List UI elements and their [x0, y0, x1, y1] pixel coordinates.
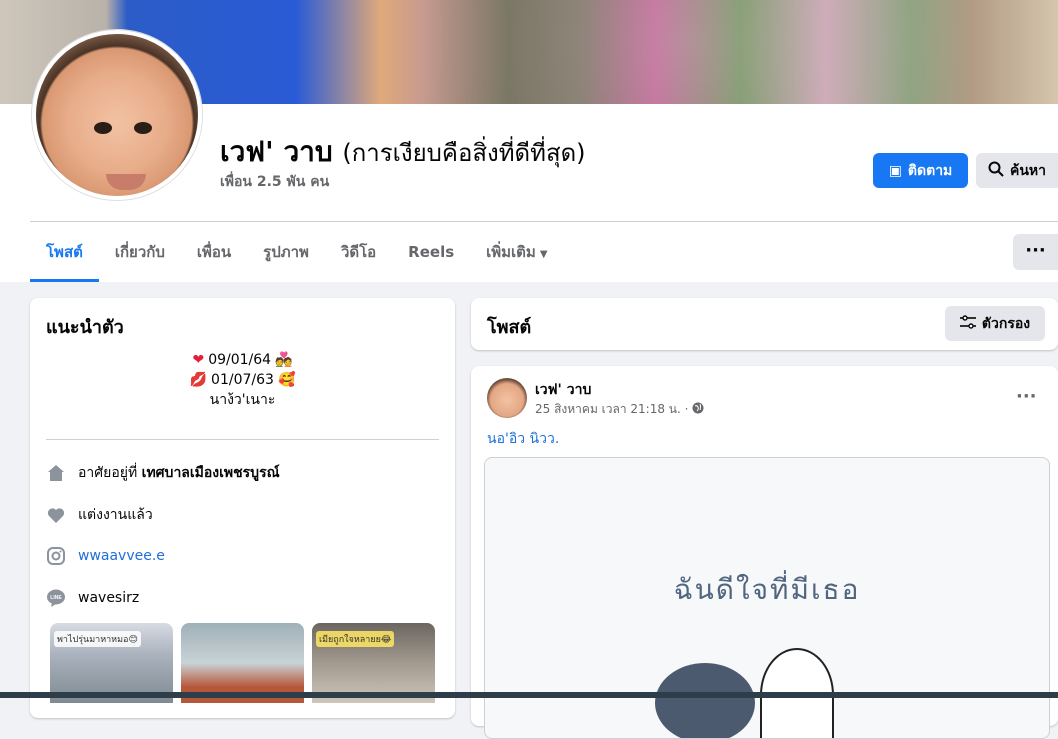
tab-label: รูปภาพ	[263, 243, 309, 261]
filter-label: ตัวกรอง	[981, 315, 1031, 332]
ring-icon: 💋	[189, 372, 208, 388]
tab-label: เกี่ยวกับ	[114, 243, 165, 261]
search-icon	[988, 161, 1004, 181]
illustration-figure	[655, 663, 755, 738]
svg-text:LINE: LINE	[50, 595, 62, 601]
avatar-eye	[94, 122, 112, 134]
smile-icon: 🥰	[277, 372, 296, 388]
line-id: wavesirz	[78, 590, 140, 606]
profile-avatar[interactable]	[32, 30, 202, 200]
relationship-text: แต่งงานแล้ว	[78, 507, 153, 523]
heart-icon	[46, 505, 66, 525]
photo-caption: พาไปรุ่นมาหาหมอ😊	[54, 631, 141, 647]
bio: ❤ 09/01/64 💑 💋 01/07/63 🥰 นาง้ว'เนาะ	[30, 350, 455, 410]
tab-more[interactable]: เพิ่มเติม ▼	[470, 222, 563, 282]
line-row: LINE wavesirz	[46, 588, 139, 608]
follow-button[interactable]: ▣ ติดตาม	[873, 153, 968, 188]
tab-label: Reels	[408, 243, 455, 261]
instagram-row: wwaavvee.e	[46, 546, 165, 566]
profile-name-text: เวฟ' วาบ	[220, 135, 333, 168]
follow-label: ติดตาม	[907, 162, 953, 179]
tab-posts[interactable]: โพสต์	[30, 222, 99, 282]
posts-title: โพสต์	[487, 317, 532, 338]
photo-thumb[interactable]: พาไปรุ่นมาหาหมอ😊	[50, 623, 173, 703]
globe-icon	[692, 402, 704, 416]
friends-count[interactable]: เพื่อน 2.5 พัน คน	[220, 171, 329, 193]
tab-friends[interactable]: เพื่อน	[181, 222, 247, 282]
instagram-link[interactable]: wwaavvee.e	[78, 548, 165, 564]
posts-header-card: โพสต์ ตัวกรอง	[471, 298, 1058, 350]
tab-label: เพิ่มเติม	[486, 243, 536, 261]
tab-label: โพสต์	[46, 243, 83, 261]
lives-prefix: อาศัยอยู่ที่	[78, 465, 138, 481]
bio-line: 09/01/64	[208, 352, 272, 368]
post-meta: 25 สิงหาคม เวลา 21:18 น. ·	[535, 400, 704, 419]
filter-button[interactable]: ตัวกรอง	[945, 306, 1045, 341]
intro-divider	[46, 439, 439, 440]
photo-thumb[interactable]: เมียถูกใจหลายย😂	[312, 623, 435, 703]
couple-icon: 💑	[275, 352, 293, 368]
intro-title: แนะนำตัว	[46, 317, 124, 338]
post-card: เวฟ' วาบ 25 สิงหาคม เวลา 21:18 น. · ··· …	[471, 366, 1058, 739]
bottom-bar	[0, 692, 1058, 698]
bio-line: 01/07/63	[211, 372, 274, 388]
follow-icon: ▣	[888, 162, 902, 179]
line-app-icon: LINE	[46, 588, 66, 608]
tab-videos[interactable]: วิดีโอ	[325, 222, 392, 282]
intro-card: แนะนำตัว ❤ 09/01/64 💑 💋 01/07/63 🥰 นาง้ว'เนา…	[30, 298, 455, 718]
photo-caption: เมียถูกใจหลายย😂	[316, 631, 395, 647]
post-text: นอ'อิว นิวว.	[487, 431, 560, 447]
lives-in-row: อาศัยอยู่ที่ เทศบาลเมืองเพชรบูรณ์	[46, 462, 280, 484]
home-icon	[46, 463, 66, 483]
tab-reels[interactable]: Reels	[392, 222, 470, 282]
post-author-avatar[interactable]	[487, 378, 527, 418]
post-more-button[interactable]: ···	[1016, 386, 1037, 407]
profile-tabs: โพสต์ เกี่ยวกับ เพื่อน รูปภาพ วิดีโอ Ree…	[30, 222, 564, 282]
caret-down-icon: ▼	[539, 249, 548, 260]
post-author-name[interactable]: เวฟ' วาบ	[535, 379, 591, 401]
post-timestamp[interactable]: 25 สิงหาคม เวลา 21:18 น. ·	[535, 402, 688, 416]
instagram-icon	[46, 546, 66, 566]
lives-place[interactable]: เทศบาลเมืองเพชรบูรณ์	[142, 465, 280, 481]
photo-thumb[interactable]	[181, 623, 304, 703]
search-button[interactable]: ค้นหา	[976, 153, 1058, 188]
filter-icon	[959, 314, 976, 333]
search-label: ค้นหา	[1009, 162, 1047, 179]
tab-label: วิดีโอ	[340, 243, 377, 261]
avatar-mouth	[106, 174, 146, 190]
profile-alt-name: (การเงียบคือสิ่งที่ดีที่สุด)	[342, 139, 586, 167]
tab-label: เพื่อน	[196, 243, 232, 261]
photo-grid: พาไปรุ่นมาหาหมอ😊 เมียถูกใจหลายย😂	[50, 623, 435, 703]
post-image-text: ฉันดีใจที่มีเธอ	[673, 573, 861, 606]
avatar-eye	[134, 122, 152, 134]
tab-about[interactable]: เกี่ยวกับ	[99, 222, 181, 282]
relationship-row: แต่งงานแล้ว	[46, 504, 153, 526]
profile-name: เวฟ' วาบ (การเงียบคือสิ่งที่ดีที่สุด)	[220, 130, 586, 174]
tab-photos[interactable]: รูปภาพ	[247, 222, 325, 282]
bio-line: นาง้ว'เนาะ	[209, 392, 276, 408]
heart-icon: ❤	[192, 352, 205, 368]
more-options-button[interactable]: ···	[1013, 234, 1058, 270]
